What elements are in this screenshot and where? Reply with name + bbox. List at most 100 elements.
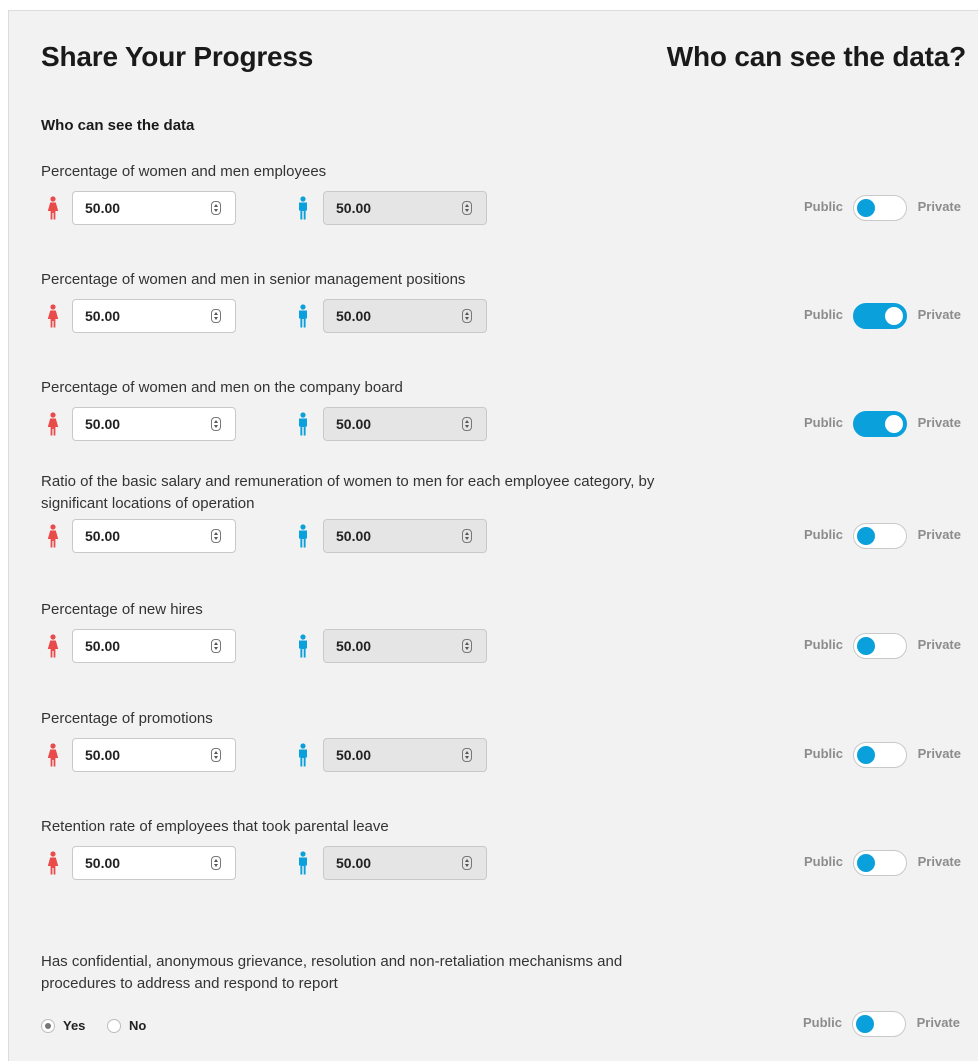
page-title: Share Your Progress xyxy=(41,41,314,72)
switch-knob xyxy=(857,854,875,872)
private-label: Private xyxy=(917,199,961,214)
men-value-input: 50.00 xyxy=(323,407,487,441)
yes-radio-label[interactable]: Yes xyxy=(63,1018,85,1033)
question-label: Percentage of new hires xyxy=(41,601,203,618)
men-value: 50.00 xyxy=(336,638,372,654)
switch-knob xyxy=(885,307,903,325)
public-private-switch[interactable] xyxy=(853,850,907,876)
women-value-input[interactable]: 50.00 xyxy=(72,846,236,880)
men-value-input: 50.00 xyxy=(323,191,487,225)
woman-icon xyxy=(47,304,59,328)
question-label: Retention rate of employees that took pa… xyxy=(41,818,389,835)
visibility-toggle: Public Private xyxy=(749,850,969,876)
public-private-switch[interactable] xyxy=(852,1011,906,1037)
private-label: Private xyxy=(917,415,961,430)
public-private-switch[interactable] xyxy=(853,195,907,221)
switch-knob xyxy=(885,415,903,433)
men-value-input: 50.00 xyxy=(323,629,487,663)
switch-knob xyxy=(856,1015,874,1033)
spinner-arrows-icon[interactable] xyxy=(211,201,221,215)
visibility-title: Who can see the data? xyxy=(666,41,966,72)
public-private-switch[interactable] xyxy=(853,633,907,659)
spinner-arrows-icon xyxy=(462,417,472,431)
spinner-arrows-icon[interactable] xyxy=(211,856,221,870)
public-private-switch[interactable] xyxy=(853,303,907,329)
visibility-toggle: Public Private xyxy=(749,195,969,221)
public-label: Public xyxy=(802,1015,842,1030)
question-label: Percentage of women and men on the compa… xyxy=(41,379,403,396)
switch-knob xyxy=(857,637,875,655)
yes-radio[interactable] xyxy=(41,1019,55,1033)
switch-knob xyxy=(857,746,875,764)
men-value-input: 50.00 xyxy=(323,519,487,553)
question-label: Percentage of women and men employees xyxy=(41,163,327,180)
women-value: 50.00 xyxy=(85,308,121,324)
public-private-switch[interactable] xyxy=(853,523,907,549)
no-radio-label[interactable]: No xyxy=(129,1018,146,1033)
visibility-toggle: Public Private xyxy=(748,1011,968,1037)
question-label: Percentage of promotions xyxy=(41,710,213,727)
private-label: Private xyxy=(917,637,961,652)
spinner-arrows-icon[interactable] xyxy=(211,529,221,543)
women-value: 50.00 xyxy=(85,200,121,216)
men-value: 50.00 xyxy=(336,855,372,871)
question-block: Percentage of women and men employees 50.… xyxy=(9,161,978,241)
women-value: 50.00 xyxy=(85,416,121,432)
spinner-arrows-icon xyxy=(462,201,472,215)
men-value: 50.00 xyxy=(336,200,372,216)
women-value-input[interactable]: 50.00 xyxy=(72,738,236,772)
women-value-input[interactable]: 50.00 xyxy=(72,629,236,663)
woman-icon xyxy=(47,524,59,548)
spinner-arrows-icon[interactable] xyxy=(211,417,221,431)
question-block: Percentage of women and men in senior ma… xyxy=(9,269,978,349)
women-value-input[interactable]: 50.00 xyxy=(72,299,236,333)
question-block: Percentage of promotions 50.00 50.00 Public… xyxy=(9,708,978,788)
question-block: Retention rate of employees that took pa… xyxy=(9,816,978,896)
public-label: Public xyxy=(803,415,843,430)
women-value-input[interactable]: 50.00 xyxy=(72,191,236,225)
spinner-arrows-icon xyxy=(462,309,472,323)
spinner-arrows-icon xyxy=(462,639,472,653)
visibility-toggle: Public Private xyxy=(749,411,969,437)
women-value: 50.00 xyxy=(85,855,121,871)
public-private-switch[interactable] xyxy=(853,411,907,437)
spinner-arrows-icon[interactable] xyxy=(211,748,221,762)
switch-knob xyxy=(857,199,875,217)
visibility-toggle: Public Private xyxy=(749,523,969,549)
man-icon xyxy=(297,524,309,548)
man-icon xyxy=(297,412,309,436)
no-radio[interactable] xyxy=(107,1019,121,1033)
women-value-input[interactable]: 50.00 xyxy=(72,407,236,441)
men-value-input: 50.00 xyxy=(323,299,487,333)
private-label: Private xyxy=(917,854,961,869)
spinner-arrows-icon xyxy=(462,529,472,543)
woman-icon xyxy=(47,634,59,658)
public-label: Public xyxy=(803,199,843,214)
public-label: Public xyxy=(803,746,843,761)
public-label: Public xyxy=(803,854,843,869)
visibility-toggle: Public Private xyxy=(749,303,969,329)
private-label: Private xyxy=(917,527,961,542)
women-value: 50.00 xyxy=(85,638,121,654)
question-label: Percentage of women and men in senior ma… xyxy=(41,271,466,288)
men-value: 50.00 xyxy=(336,416,372,432)
men-value-input: 50.00 xyxy=(323,738,487,772)
spinner-arrows-icon[interactable] xyxy=(211,639,221,653)
spinner-arrows-icon[interactable] xyxy=(211,309,221,323)
public-label: Public xyxy=(803,527,843,542)
woman-icon xyxy=(47,412,59,436)
women-value: 50.00 xyxy=(85,528,121,544)
private-label: Private xyxy=(917,746,961,761)
question-block: Percentage of new hires 50.00 50.00 Public P… xyxy=(9,599,978,679)
man-icon xyxy=(297,196,309,220)
men-value-input: 50.00 xyxy=(323,846,487,880)
question-block: Percentage of women and men on the compa… xyxy=(9,377,978,457)
section-subtitle: Who can see the data xyxy=(41,117,195,134)
public-label: Public xyxy=(803,637,843,652)
woman-icon xyxy=(47,743,59,767)
public-label: Public xyxy=(803,307,843,322)
man-icon xyxy=(297,743,309,767)
women-value-input[interactable]: 50.00 xyxy=(72,519,236,553)
public-private-switch[interactable] xyxy=(853,742,907,768)
switch-knob xyxy=(857,527,875,545)
